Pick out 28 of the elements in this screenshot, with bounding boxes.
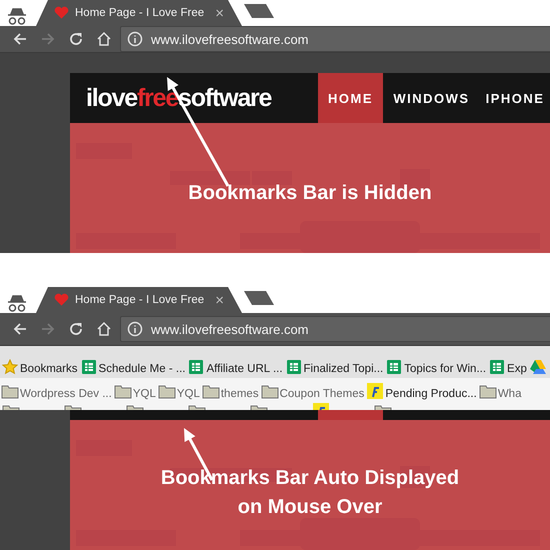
nav-item[interactable]: WINDOWS: [383, 73, 480, 123]
tab-title: Home Page - I Love Free: [75, 294, 204, 306]
bookmark-folder[interactable]: Wordpress Dev ...: [1, 382, 112, 400]
bookmark-folder[interactable]: Pending Produc...: [366, 382, 477, 400]
bookmark-item[interactable]: Exp: [489, 359, 527, 375]
tab-title: Home Page - I Love Free: [75, 7, 204, 19]
browser-tab[interactable]: Home Page - I Love Free ×: [36, 0, 242, 26]
address-bar[interactable]: www.ilovefreesoftware.com: [120, 316, 550, 342]
site-logo[interactable]: ilovefreesoftware: [70, 73, 318, 123]
close-icon[interactable]: ×: [215, 4, 224, 22]
bookmark-folder[interactable]: themes: [202, 382, 259, 400]
bookmark-folder[interactable]: Wha: [478, 382, 522, 400]
bookmark-item[interactable]: Bookmarks: [2, 359, 78, 375]
bookmark-folder[interactable]: Coupon Themes: [260, 382, 364, 400]
close-icon[interactable]: ×: [215, 292, 224, 308]
caption-text: Bookmarks Bar Auto Displayed: [160, 466, 460, 491]
caption-text: on Mouse Over: [238, 495, 382, 520]
nav-item[interactable]: HOME: [318, 73, 383, 123]
bookmark-item[interactable]: Schedule Me - ...: [80, 359, 186, 375]
nav-item[interactable]: IPHONE: [480, 73, 550, 123]
browser-tab[interactable]: Home Page - I Love Free ×: [36, 287, 242, 313]
bookmark-folder[interactable]: YQL: [114, 382, 156, 400]
bookmark-item[interactable]: Topics for Win...: [386, 359, 486, 375]
bookmark-item[interactable]: Finalized Topi...: [286, 359, 384, 375]
bookmark-folder[interactable]: YQL: [158, 382, 200, 400]
bookmark-item[interactable]: Affiliate URL ...: [188, 359, 283, 375]
caption-text: Bookmarks Bar is Hidden: [188, 181, 432, 206]
address-bar[interactable]: www.ilovefreesoftware.com: [120, 26, 550, 52]
